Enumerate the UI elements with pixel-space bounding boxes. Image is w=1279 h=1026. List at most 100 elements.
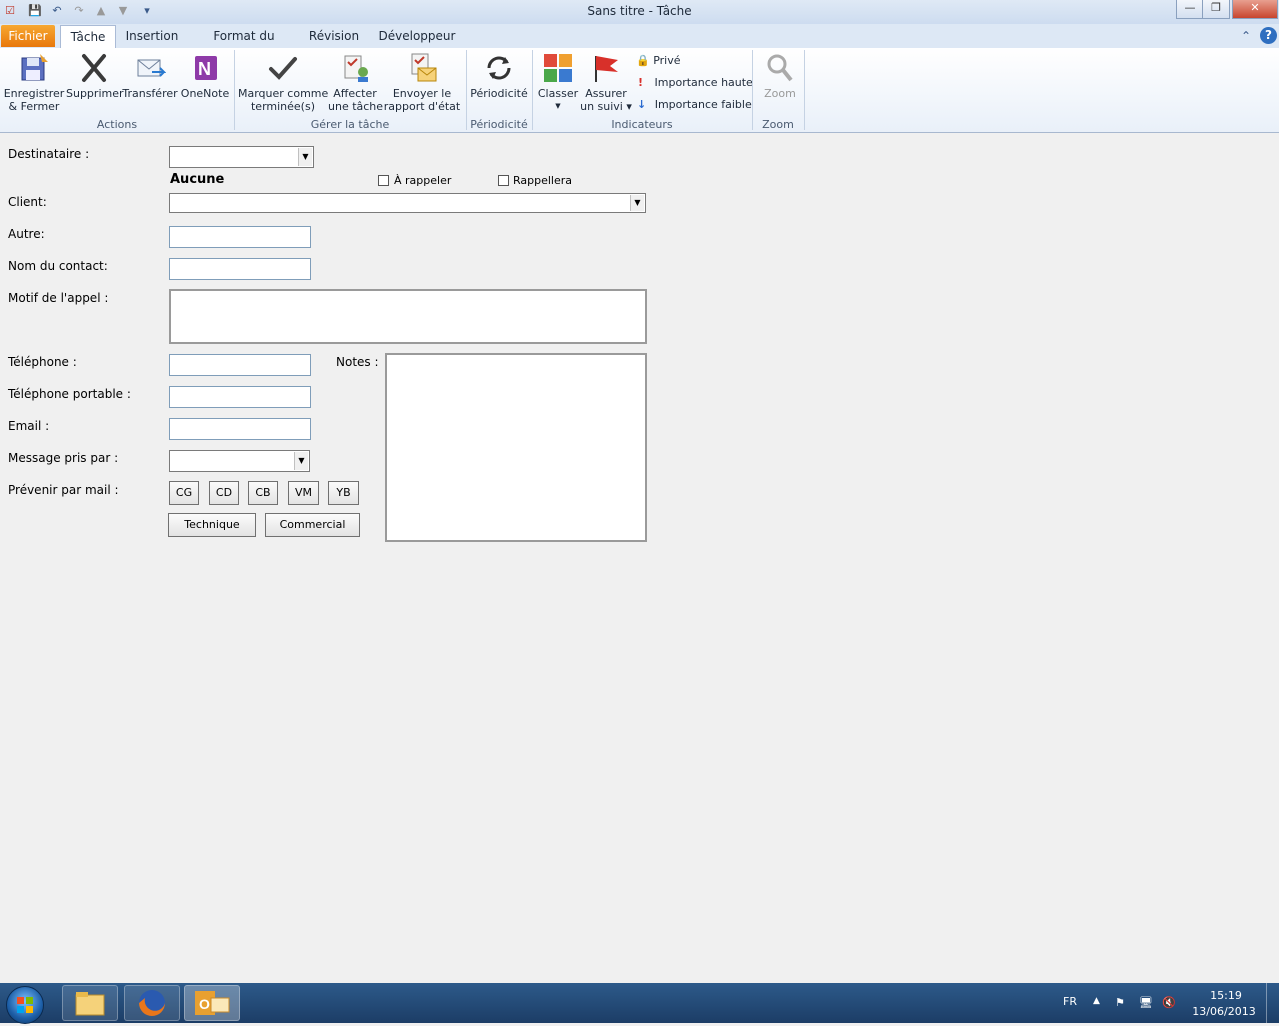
assign-task-label: Affecter une tâche xyxy=(328,87,384,113)
mail-button-vm[interactable]: VM xyxy=(288,481,319,505)
group-label-manage: Gérer la tâche xyxy=(310,118,390,131)
message-label: Message pris par : xyxy=(8,451,119,465)
chevron-down-icon[interactable]: ▼ xyxy=(298,148,312,166)
mail-button-cg[interactable]: CG xyxy=(169,481,199,505)
categorize-icon xyxy=(544,54,572,82)
group-label-zoom: Zoom xyxy=(762,118,794,131)
dropdown-icon: ▼ xyxy=(555,102,561,110)
send-status-icon xyxy=(411,53,437,82)
clock-time[interactable]: 15:19 xyxy=(1196,989,1256,1002)
telephone-label: Téléphone : xyxy=(8,355,77,369)
low-importance-button[interactable]: ↓ Importance faible xyxy=(637,98,752,112)
motif-label: Motif de l'appel : xyxy=(8,291,109,305)
prevenir-label: Prévenir par mail : xyxy=(8,483,119,497)
delete-label: Supprimer xyxy=(66,87,124,100)
technique-button[interactable]: Technique xyxy=(168,513,256,537)
mail-button-cd[interactable]: CD xyxy=(209,481,239,505)
send-status-label: Envoyer le rapport d'état xyxy=(383,87,461,113)
commercial-button[interactable]: Commercial xyxy=(265,513,360,537)
notes-textarea[interactable] xyxy=(385,353,647,542)
save-close-button[interactable]: Enregistrer & Fermer xyxy=(2,52,66,113)
client-label: Client: xyxy=(8,195,47,209)
group-label-recurrence: Périodicité xyxy=(470,118,528,131)
tab-fichier[interactable]: Fichier xyxy=(1,25,55,47)
email-input[interactable] xyxy=(169,418,311,440)
close-button[interactable]: ✕ xyxy=(1232,0,1278,19)
zoom-button[interactable]: Zoom xyxy=(758,52,802,100)
group-separator xyxy=(804,50,805,130)
group-label-tags: Indicateurs xyxy=(611,118,673,131)
forward-button[interactable]: Transférer xyxy=(122,52,178,100)
follow-up-button[interactable]: Assurer un suivi ▾ xyxy=(580,52,632,113)
tab-developpeur[interactable]: Développeur xyxy=(376,25,458,47)
taskbar-firefox[interactable] xyxy=(124,985,180,1021)
high-importance-label: Importance haute xyxy=(654,76,753,89)
onenote-label: OneNote xyxy=(180,87,230,100)
lock-icon: 🔒 xyxy=(636,54,650,67)
high-importance-button[interactable]: ! Importance haute xyxy=(638,76,753,90)
rappellera-checkbox[interactable] xyxy=(498,175,509,186)
forward-label: Transférer xyxy=(122,87,178,100)
tab-format-texte[interactable]: Format du texte xyxy=(196,25,292,65)
send-status-button[interactable]: Envoyer le rapport d'état xyxy=(382,52,462,113)
network-icon[interactable]: 🖥 xyxy=(1139,996,1153,1009)
low-importance-label: Importance faible xyxy=(654,98,752,111)
portable-input[interactable] xyxy=(169,386,311,408)
exclamation-icon: ! xyxy=(638,76,644,89)
chevron-down-icon[interactable]: ▼ xyxy=(630,195,644,211)
show-desktop-button[interactable] xyxy=(1266,983,1279,1023)
onenote-icon: N xyxy=(195,56,217,80)
a-rappeler-checkbox[interactable] xyxy=(378,175,389,186)
assign-task-button[interactable]: Affecter une tâche xyxy=(328,52,384,113)
chevron-down-icon[interactable]: ▼ xyxy=(294,452,308,470)
taskbar-outlook[interactable]: O xyxy=(184,985,240,1021)
autre-input[interactable] xyxy=(169,226,311,248)
zoom-label: Zoom xyxy=(764,87,796,100)
follow-up-label: Assurer un suivi ▾ xyxy=(580,87,632,113)
ribbon-tab-row xyxy=(0,24,1279,49)
onenote-button[interactable]: N OneNote xyxy=(178,52,232,100)
taskbar-explorer[interactable] xyxy=(62,985,118,1021)
firefox-icon xyxy=(139,990,165,1016)
minimize-button[interactable]: — xyxy=(1176,0,1204,19)
delete-button[interactable]: Supprimer xyxy=(66,52,124,100)
categorize-button[interactable]: Classer ▼ xyxy=(536,52,580,113)
mail-button-cb[interactable]: CB xyxy=(248,481,278,505)
volume-muted-icon[interactable]: 🔇 xyxy=(1162,996,1176,1009)
svg-text:O: O xyxy=(199,996,210,1012)
start-button[interactable] xyxy=(6,986,44,1024)
client-combo[interactable]: ▼ xyxy=(169,193,646,213)
motif-textarea[interactable] xyxy=(169,289,647,344)
help-icon[interactable]: ? xyxy=(1260,27,1277,44)
tab-tache[interactable]: Tâche xyxy=(60,25,116,49)
mail-button-yb[interactable]: YB xyxy=(328,481,359,505)
language-indicator[interactable]: FR xyxy=(1063,995,1077,1008)
magnifier-icon xyxy=(767,54,793,82)
delete-icon xyxy=(82,54,106,82)
show-hidden-icons-icon[interactable]: ▲ xyxy=(1093,996,1100,1006)
destinataire-combo[interactable]: ▼ xyxy=(169,146,314,168)
checkmark-icon xyxy=(269,57,297,80)
tab-revision[interactable]: Révision xyxy=(304,25,364,47)
destinataire-label: Destinataire : xyxy=(8,147,90,161)
rappellera-label: Rappellera xyxy=(513,174,573,187)
private-button[interactable]: 🔒 Privé xyxy=(636,54,681,68)
contact-input[interactable] xyxy=(169,258,311,280)
assign-task-icon xyxy=(344,55,368,82)
message-combo[interactable]: ▼ xyxy=(169,450,310,472)
minimize-ribbon-icon[interactable]: ⌃ xyxy=(1241,29,1251,43)
mark-complete-label: Marquer comme terminée(s) xyxy=(238,87,329,113)
window-title: Sans titre - Tâche xyxy=(587,4,692,18)
private-label: Privé xyxy=(653,54,681,67)
mark-complete-button[interactable]: Marquer comme terminée(s) xyxy=(238,52,328,113)
tab-insertion[interactable]: Insertion xyxy=(120,25,184,47)
telephone-input[interactable] xyxy=(169,354,311,376)
recurrence-button[interactable]: Périodicité xyxy=(468,52,530,100)
portable-label: Téléphone portable : xyxy=(8,387,131,401)
flag-icon xyxy=(595,56,618,82)
aucune-label: Aucune xyxy=(170,172,225,187)
restore-button[interactable]: ❐ xyxy=(1202,0,1230,19)
contact-label: Nom du contact: xyxy=(8,259,108,273)
clock-date[interactable]: 13/06/2013 xyxy=(1192,1005,1256,1018)
action-center-icon[interactable]: ⚑ xyxy=(1115,996,1125,1009)
